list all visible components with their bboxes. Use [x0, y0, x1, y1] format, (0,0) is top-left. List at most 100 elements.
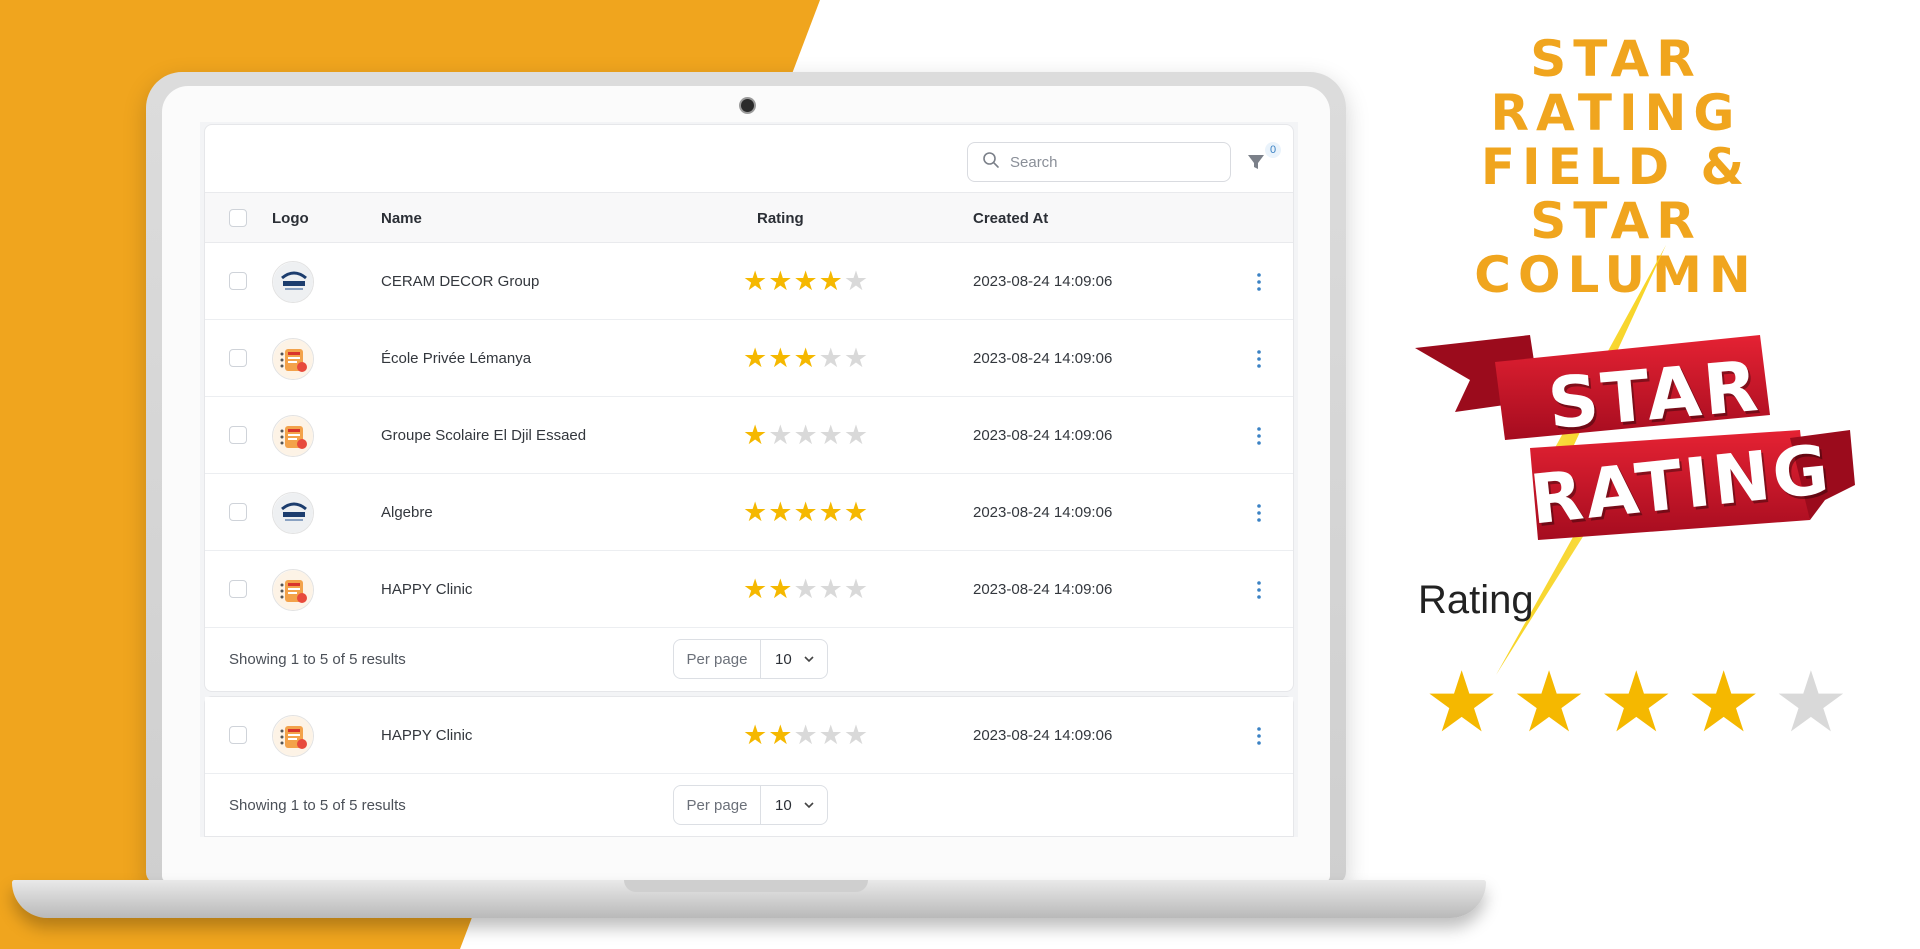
row-checkbox[interactable]: [229, 272, 247, 290]
promo-title-line-2: FIELD & STAR: [1480, 138, 1752, 250]
strip-per-page-value: 10: [775, 796, 792, 814]
pagination: Showing 1 to 5 of 5 results Per page 10: [205, 628, 1293, 690]
star-empty-icon: ★: [818, 574, 843, 604]
column-header-created-at[interactable]: Created At: [973, 210, 1048, 227]
table-row[interactable]: HAPPY Clinic ★ ★ ★ ★ ★ 2023-08-24 14:09:06: [205, 551, 1293, 628]
duplicate-table-strip: HAPPY Clinic ★ ★ ★ ★ ★ 2023-08-24 14:09:06 Sho…: [204, 696, 1294, 837]
star-empty-icon: ★: [793, 574, 818, 604]
select-all-checkbox[interactable]: [229, 209, 247, 227]
row-checkbox[interactable]: [229, 349, 247, 367]
row-name: École Privée Lémanya: [381, 350, 532, 367]
table-row[interactable]: École Privée Lémanya ★ ★ ★ ★ ★ 2023-08-24 14:0…: [205, 320, 1293, 397]
star-filled-icon[interactable]: ★: [1511, 660, 1586, 744]
table-header: Logo Name Rating Created At: [205, 193, 1293, 243]
star-filled-icon: ★: [743, 574, 768, 604]
promo-title-line-1: STAR RATING: [1490, 30, 1742, 142]
row-checkbox[interactable]: [229, 726, 247, 744]
table-row[interactable]: HAPPY Clinic ★ ★ ★ ★ ★ 2023-08-24 14:09:06: [205, 697, 1293, 774]
row-actions-menu-icon[interactable]: [1255, 725, 1263, 747]
star-filled-icon[interactable]: ★: [1424, 660, 1499, 744]
filter-count-badge: 0: [1265, 142, 1281, 158]
search-icon: [982, 151, 1000, 174]
column-header-name[interactable]: Name: [381, 210, 422, 227]
row-actions-menu-icon[interactable]: [1255, 579, 1263, 601]
table-body: CERAM DECOR Group ★ ★ ★ ★ ★ 2023-08-24 14:09:0…: [205, 243, 1293, 628]
rating-field-label: Rating: [1418, 578, 1534, 622]
star-filled-icon: ★: [843, 497, 869, 527]
star-filled-icon: ★: [768, 343, 793, 373]
row-created-at: 2023-08-24 14:09:06: [973, 350, 1113, 367]
results-summary: Showing 1 to 5 of 5 results: [229, 651, 406, 668]
column-header-rating[interactable]: Rating: [757, 210, 804, 227]
company-logo: [272, 338, 314, 380]
star-empty-icon: ★: [843, 574, 869, 604]
filter-icon: [1248, 155, 1264, 169]
company-logo: [272, 415, 314, 457]
star-filled-icon: ★: [768, 266, 793, 296]
company-logo: [272, 569, 314, 611]
star-empty-icon: ★: [818, 720, 843, 750]
table-row[interactable]: Algebre ★ ★ ★ ★ ★ 2023-08-24 14:09:06: [205, 474, 1293, 551]
row-created-at: 2023-08-24 14:09:06: [973, 427, 1113, 444]
camera-icon: [741, 99, 754, 112]
star-filled-icon: ★: [793, 497, 818, 527]
star-filled-icon: ★: [743, 497, 768, 527]
star-filled-icon: ★: [818, 266, 843, 296]
row-actions-menu-icon[interactable]: [1255, 425, 1263, 447]
row-created-at: 2023-08-24 14:09:06: [973, 504, 1113, 521]
star-empty-icon: ★: [843, 266, 869, 296]
table-card: 0 Logo Name Rating Created At CERAM DECO…: [204, 124, 1294, 692]
row-actions-menu-icon[interactable]: [1255, 348, 1263, 370]
row-checkbox[interactable]: [229, 426, 247, 444]
per-page-control[interactable]: Per page 10: [673, 639, 828, 679]
star-empty-icon: ★: [818, 420, 843, 450]
row-actions-menu-icon[interactable]: [1255, 271, 1263, 293]
strip-per-page-label: Per page: [674, 786, 761, 824]
row-checkbox[interactable]: [229, 580, 247, 598]
row-rating-stars: ★ ★ ★ ★ ★: [743, 497, 869, 527]
per-page-label: Per page: [674, 640, 761, 678]
row-rating-stars: ★ ★ ★ ★ ★: [743, 266, 869, 296]
row-name: HAPPY Clinic: [381, 727, 473, 744]
row-checkbox[interactable]: [229, 503, 247, 521]
star-empty-icon: ★: [843, 720, 869, 750]
star-empty-icon: ★: [793, 720, 818, 750]
star-filled-icon: ★: [793, 266, 818, 296]
company-logo: [272, 261, 314, 303]
star-filled-icon: ★: [768, 720, 793, 750]
star-filled-icon: ★: [743, 420, 768, 450]
row-actions-menu-icon[interactable]: [1255, 502, 1263, 524]
star-filled-icon: ★: [743, 343, 768, 373]
column-header-logo[interactable]: Logo: [272, 210, 309, 227]
search-box[interactable]: [967, 142, 1231, 182]
row-rating-stars: ★ ★ ★ ★ ★: [743, 574, 869, 604]
row-name: CERAM DECOR Group: [381, 273, 540, 290]
strip-pagination: Showing 1 to 5 of 5 results Per page 10: [205, 774, 1293, 836]
strip-per-page-control[interactable]: Per page 10: [673, 785, 828, 825]
rating-field-stars[interactable]: ★ ★ ★ ★ ★: [1424, 660, 1849, 744]
per-page-select[interactable]: 10: [761, 640, 827, 678]
row-rating-stars: ★ ★ ★ ★ ★: [743, 720, 869, 750]
laptop-screen: 0 Logo Name Rating Created At CERAM DECO…: [200, 122, 1298, 837]
chevron-down-icon: [804, 802, 814, 809]
star-empty-icon: ★: [843, 420, 869, 450]
row-rating-stars: ★ ★ ★ ★ ★: [743, 420, 869, 450]
star-empty-icon[interactable]: ★: [1773, 660, 1848, 744]
star-empty-icon: ★: [818, 343, 843, 373]
row-created-at: 2023-08-24 14:09:06: [973, 581, 1113, 598]
table-row[interactable]: Groupe Scolaire El Djil Essaed ★ ★ ★ ★ ★ 2023-…: [205, 397, 1293, 474]
strip-per-page-select[interactable]: 10: [761, 786, 827, 824]
row-created-at: 2023-08-24 14:09:06: [973, 273, 1113, 290]
filter-button[interactable]: [1245, 151, 1267, 173]
strip-results-summary: Showing 1 to 5 of 5 results: [229, 797, 406, 814]
star-empty-icon: ★: [793, 420, 818, 450]
star-filled-icon[interactable]: ★: [1686, 660, 1761, 744]
search-input[interactable]: [1010, 153, 1210, 171]
chevron-down-icon: [804, 656, 814, 663]
laptop-base-notch: [624, 880, 868, 892]
company-logo: [272, 492, 314, 534]
row-created-at: 2023-08-24 14:09:06: [973, 727, 1113, 744]
star-filled-icon: ★: [818, 497, 843, 527]
table-row[interactable]: CERAM DECOR Group ★ ★ ★ ★ ★ 2023-08-24 14:09:0…: [205, 243, 1293, 320]
star-filled-icon[interactable]: ★: [1599, 660, 1674, 744]
